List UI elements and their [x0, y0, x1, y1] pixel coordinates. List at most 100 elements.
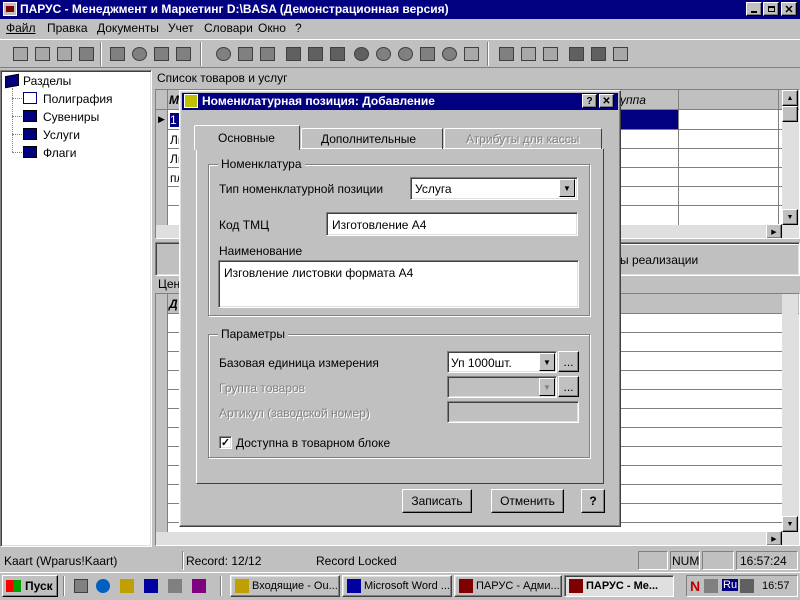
tray-language[interactable]: Ru	[722, 579, 739, 591]
folder-button[interactable]	[565, 43, 587, 65]
selected-cell[interactable]	[618, 110, 678, 129]
start-button[interactable]: Пуск	[2, 575, 58, 597]
ellipsis-label: ...	[563, 379, 574, 394]
task-parus-manager[interactable]: ПАРУС - Ме...	[564, 575, 674, 597]
type-dropdown-button[interactable]: ▼	[559, 179, 575, 197]
scroll-up-button[interactable]: ▲	[782, 90, 798, 106]
outlook-icon[interactable]	[120, 579, 134, 593]
tree-item-suveniry[interactable]: Сувениры	[43, 110, 99, 124]
status-cell	[638, 551, 668, 570]
available-checkbox[interactable]: ✓	[219, 436, 232, 449]
main-window-title: ПАРУС - Менеджмент и Маркетинг D:\BASA (…	[20, 2, 449, 16]
window-list-icon	[542, 47, 558, 61]
clock-button[interactable]	[394, 43, 416, 65]
filter-button[interactable]	[106, 43, 128, 65]
stamp-icon	[329, 47, 345, 61]
save-button[interactable]: Записать	[402, 489, 472, 513]
chart-button[interactable]	[416, 43, 438, 65]
lower-vscrollbar[interactable]	[782, 294, 798, 532]
tools-button-1[interactable]	[234, 43, 256, 65]
arrow-up-icon: ▲	[786, 94, 794, 102]
group-browse-button[interactable]: ...	[558, 376, 579, 397]
tray-app-icon[interactable]	[704, 579, 718, 593]
help-button[interactable]: ?	[581, 489, 605, 513]
close-button[interactable]: ✕	[781, 2, 797, 16]
name-textarea-value: Изговление листовки формата А4	[224, 266, 414, 280]
cabinet-button[interactable]	[304, 43, 326, 65]
powerpoint-icon[interactable]	[192, 579, 206, 593]
find-button[interactable]	[128, 43, 150, 65]
globe-button[interactable]	[212, 43, 234, 65]
menu-edit[interactable]: Правка	[47, 21, 88, 35]
tree-root[interactable]: Разделы	[23, 74, 71, 88]
hammer-button[interactable]	[587, 43, 609, 65]
scroll-thumb[interactable]	[782, 106, 798, 122]
menu-dictionaries[interactable]: Словари	[204, 21, 253, 35]
task-parus-admin[interactable]: ПАРУС - Адми...	[454, 575, 562, 597]
dialog-help-title-button[interactable]: ?	[582, 94, 597, 108]
minimize-button[interactable]	[746, 2, 762, 16]
dialog-close-button[interactable]: ✕	[599, 94, 614, 108]
cancel-button[interactable]: Отменить	[491, 489, 564, 513]
channels-icon[interactable]	[168, 579, 182, 593]
tree-item-poligrafia[interactable]: Полиграфия	[43, 92, 113, 106]
menu-bar: Файл Правка Документы Учет Словари Окно …	[0, 19, 800, 38]
window-list-button[interactable]	[539, 43, 561, 65]
code-label: Код ТМЦ	[219, 218, 269, 232]
tree-panel[interactable]: Разделы Полиграфия Сувениры Услуги Флаги	[0, 70, 152, 547]
menu-help[interactable]: ?	[295, 21, 302, 35]
lower-grid-col-date[interactable]: Д	[169, 297, 178, 311]
settings-button[interactable]	[495, 43, 517, 65]
lower-hscrollbar[interactable]	[156, 532, 798, 545]
cat-button[interactable]	[282, 43, 304, 65]
scissors-button[interactable]	[460, 43, 482, 65]
menu-accounting[interactable]: Учет	[168, 21, 194, 35]
help-context-button[interactable]	[609, 43, 631, 65]
windows-logo-icon	[6, 580, 21, 592]
status-num: NUM	[672, 554, 700, 568]
tray-speaker-icon[interactable]	[740, 579, 754, 593]
tree-item-uslugi[interactable]: Услуги	[43, 128, 80, 142]
show-desktop-icon[interactable]	[74, 579, 88, 593]
chevron-down-icon: ▼	[563, 183, 571, 193]
scroll-right-button[interactable]: ▶	[766, 224, 782, 238]
folder-icon	[568, 47, 584, 61]
unit-dropdown-button[interactable]: ▼	[539, 353, 555, 371]
upper-grid-col-group[interactable]: уппа	[620, 93, 646, 107]
print-button[interactable]	[172, 43, 194, 65]
calculator-button[interactable]	[517, 43, 539, 65]
app-icon[interactable]	[3, 2, 17, 16]
edit-record-button[interactable]	[53, 43, 75, 65]
sort-button[interactable]	[150, 43, 172, 65]
internet-explorer-icon[interactable]	[96, 579, 110, 593]
task-outlook[interactable]: Входящие - Ou...	[230, 575, 340, 597]
delete-record-button[interactable]	[75, 43, 97, 65]
checkmark-icon: ✓	[220, 437, 231, 449]
clock-wheel-button[interactable]	[372, 43, 394, 65]
menu-documents[interactable]: Документы	[97, 21, 159, 35]
stamp-button[interactable]	[326, 43, 348, 65]
article-field[interactable]	[447, 401, 579, 423]
scroll-right-button[interactable]: ▶	[766, 531, 782, 545]
unit-browse-button[interactable]: ...	[558, 351, 579, 372]
tray-clock[interactable]: 16:57	[762, 580, 790, 592]
article-label: Артикул (заводской номер)	[219, 406, 370, 420]
restore-button[interactable]	[763, 2, 779, 16]
new-record-button[interactable]	[9, 43, 31, 65]
person-button[interactable]	[350, 43, 372, 65]
tool-icon	[237, 47, 253, 61]
scroll-down-button[interactable]: ▼	[782, 209, 798, 225]
tools-button-2[interactable]	[256, 43, 278, 65]
task-word[interactable]: Microsoft Word ...	[342, 575, 452, 597]
menu-window[interactable]: Окно	[258, 21, 286, 35]
menu-file[interactable]: Файл	[6, 21, 36, 35]
cycle-button[interactable]	[438, 43, 460, 65]
tree-item-flagi[interactable]: Флаги	[43, 146, 76, 160]
copy-record-button[interactable]	[31, 43, 53, 65]
unit-select-value: Уп 1000шт.	[451, 356, 512, 370]
office-icon[interactable]	[144, 579, 158, 593]
scroll-down-button[interactable]: ▼	[782, 516, 798, 532]
upper-grid-col-mnemo[interactable]: М	[169, 93, 179, 107]
tray-n-icon[interactable]: N	[690, 578, 700, 594]
group-dropdown-button[interactable]: ▼	[539, 378, 555, 396]
